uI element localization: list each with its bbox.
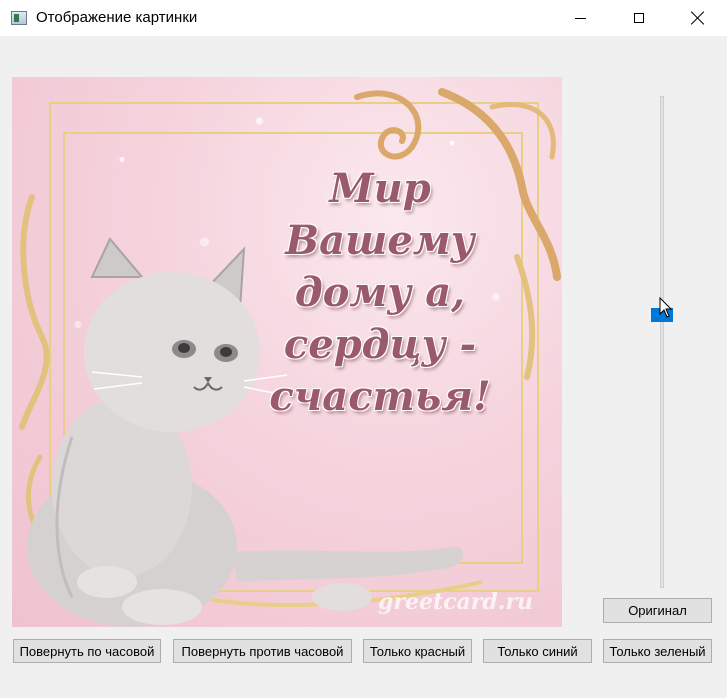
greeting-line: Вашему bbox=[285, 217, 475, 264]
ornament-right-lower bbox=[514, 254, 536, 380]
greeting-line: дому а, bbox=[294, 269, 466, 316]
ornament-left bbox=[19, 194, 50, 430]
greeting-line: Мир bbox=[329, 165, 431, 212]
greeting-text: Мир Вашему дому а, сердцу - счастья! bbox=[260, 163, 500, 423]
title-bar[interactable]: Отображение картинки bbox=[0, 0, 727, 36]
app-icon bbox=[11, 11, 27, 25]
only-blue-button[interactable]: Только синий bbox=[483, 639, 592, 663]
window-title: Отображение картинки bbox=[36, 9, 198, 26]
rotate-clockwise-button[interactable]: Повернуть по часовой bbox=[13, 639, 161, 663]
greeting-line: счастья! bbox=[269, 373, 491, 420]
minimize-button[interactable] bbox=[551, 0, 609, 36]
mouse-cursor-icon bbox=[659, 297, 673, 318]
greeting-line: сердцу - bbox=[283, 321, 477, 368]
watermark: greetcard.ru bbox=[378, 589, 533, 615]
only-green-button[interactable]: Только зеленый bbox=[603, 639, 712, 663]
original-button[interactable]: Оригинал bbox=[603, 598, 712, 623]
maximize-button[interactable] bbox=[610, 0, 668, 36]
image-display: Мир Вашему дому а, сердцу - счастья! gre… bbox=[12, 77, 562, 627]
close-icon bbox=[691, 11, 705, 25]
minimize-icon bbox=[574, 17, 586, 19]
rotate-counterclockwise-button[interactable]: Повернуть против часовой bbox=[173, 639, 352, 663]
only-red-button[interactable]: Только красный bbox=[363, 639, 472, 663]
main-window: Отображение картинки Мир Вашему дому а, … bbox=[0, 0, 727, 698]
vertical-slider-track[interactable] bbox=[660, 96, 664, 588]
maximize-icon bbox=[634, 13, 644, 23]
close-button[interactable] bbox=[669, 0, 727, 36]
